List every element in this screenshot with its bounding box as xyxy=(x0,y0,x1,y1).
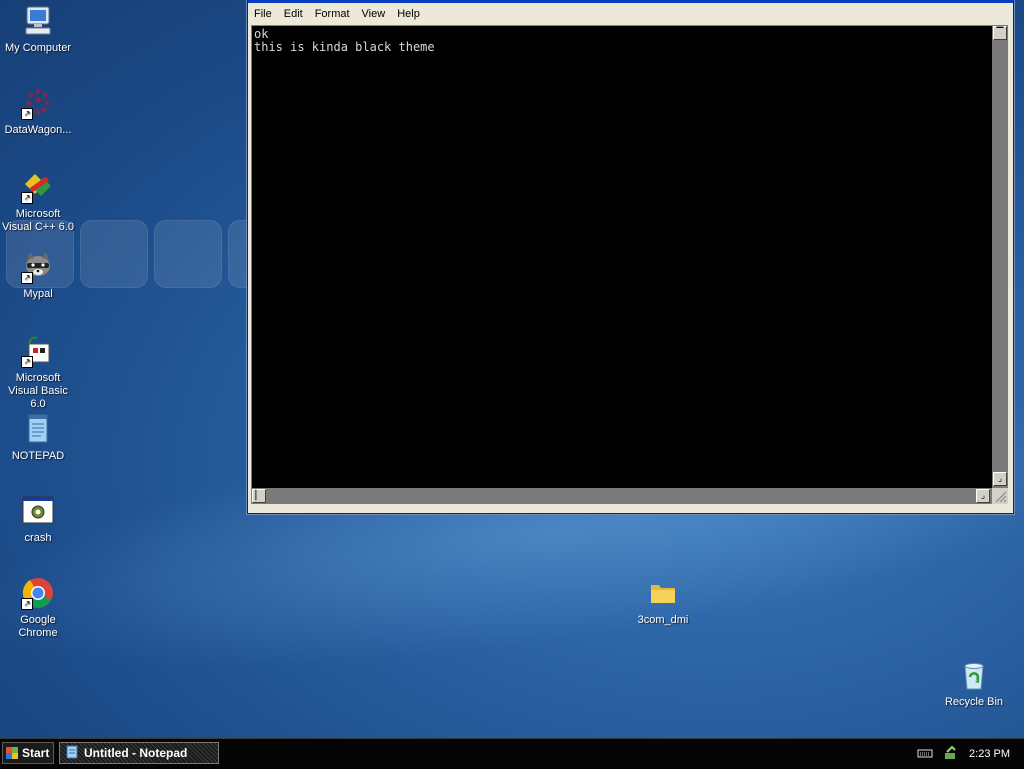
desktop-icon-3com-dmi[interactable]: 3com_dmi xyxy=(625,576,701,627)
scroll-down-button[interactable]: ⌟ xyxy=(993,472,1007,486)
taskbar-button-label: Untitled - Notepad xyxy=(84,746,188,760)
desktop-icon-label: 3com_dmi xyxy=(637,614,689,626)
scroll-right-button[interactable]: ⌟ xyxy=(976,489,990,503)
editor-line: this is kinda black theme xyxy=(254,40,435,54)
desktop-icon-notepad[interactable]: NOTEPAD xyxy=(0,412,76,463)
desktop-icon-label: Microsoft Visual Basic 6.0 xyxy=(8,372,68,410)
datawagon-icon: ↗ xyxy=(21,86,55,120)
widget-tile xyxy=(80,220,148,288)
desktop-icon-label: Google Chrome xyxy=(18,614,58,639)
desktop-icon-visual-basic[interactable]: ↗ Microsoft Visual Basic 6.0 xyxy=(0,334,76,411)
shortcut-arrow-icon: ↗ xyxy=(21,272,33,284)
desktop-icon-chrome[interactable]: ↗ Google Chrome xyxy=(0,576,76,640)
menu-help[interactable]: Help xyxy=(391,5,426,23)
taskbar-button-notepad[interactable]: Untitled - Notepad xyxy=(59,742,219,764)
start-label: Start xyxy=(22,746,50,760)
scroll-left-button[interactable]: ▏ xyxy=(252,489,266,503)
desktop-icon-my-computer[interactable]: My Computer xyxy=(0,4,76,55)
notepad-window[interactable]: File Edit Format View Help ok this is ki… xyxy=(247,0,1014,514)
desktop-icon-label: Mypal xyxy=(23,288,53,300)
menu-file[interactable]: File xyxy=(248,5,278,23)
mypal-raccoon-icon: ↗ xyxy=(21,250,55,284)
taskbar: Start Untitled - Notepad 2:23 PM xyxy=(0,738,1024,769)
desktop-icon-recycle-bin[interactable]: Recycle Bin xyxy=(936,658,1012,709)
notepad-icon xyxy=(21,412,55,446)
desktop-icon-label: crash xyxy=(24,532,52,544)
menu-view[interactable]: View xyxy=(356,5,392,23)
clock[interactable]: 2:23 PM xyxy=(969,748,1010,760)
desktop-icon-label: NOTEPAD xyxy=(11,450,65,462)
menu-edit[interactable]: Edit xyxy=(278,5,309,23)
shortcut-arrow-icon: ↗ xyxy=(21,108,33,120)
shortcut-arrow-icon: ↗ xyxy=(21,192,33,204)
safely-remove-hardware-icon[interactable] xyxy=(943,745,959,764)
folder-icon xyxy=(646,576,680,610)
visual-basic-icon: ↗ xyxy=(21,334,55,368)
desktop-icon-label: DataWagon... xyxy=(4,124,72,136)
shortcut-arrow-icon: ↗ xyxy=(21,598,33,610)
widget-tile xyxy=(154,220,222,288)
my-computer-icon xyxy=(21,4,55,38)
keyboard-icon[interactable] xyxy=(917,748,933,761)
system-tray: 2:23 PM xyxy=(914,739,1024,769)
notepad-icon xyxy=(65,745,79,762)
shortcut-arrow-icon: ↗ xyxy=(21,356,33,368)
menu-bar: File Edit Format View Help xyxy=(248,3,1013,25)
scroll-up-button[interactable]: ▔ xyxy=(993,26,1007,40)
start-button[interactable]: Start xyxy=(2,742,54,764)
text-editor-area[interactable]: ok this is kinda black theme xyxy=(251,25,993,489)
crash-app-icon xyxy=(21,494,55,528)
resize-grip[interactable] xyxy=(992,488,1008,504)
desktop-icon-label: My Computer xyxy=(4,42,72,54)
desktop-icon-datawagon[interactable]: ↗ DataWagon... xyxy=(0,86,76,137)
desktop-icon-label: Recycle Bin xyxy=(944,696,1004,708)
horizontal-scrollbar[interactable]: ▏ ⌟ xyxy=(251,488,992,504)
recycle-bin-icon xyxy=(957,658,991,692)
desktop: My Computer ↗ DataWagon... ↗ Microsoft V… xyxy=(0,0,1024,738)
windows-logo-icon xyxy=(6,747,18,759)
chrome-icon: ↗ xyxy=(21,576,55,610)
desktop-icon-label: Microsoft Visual C++ 6.0 xyxy=(2,208,74,233)
desktop-icon-crash[interactable]: crash xyxy=(0,494,76,545)
desktop-icon-mypal[interactable]: ↗ Mypal xyxy=(0,250,76,301)
desktop-icon-visual-cpp[interactable]: ↗ Microsoft Visual C++ 6.0 xyxy=(0,170,76,234)
menu-format[interactable]: Format xyxy=(309,5,356,23)
visual-cpp-icon: ↗ xyxy=(21,170,55,204)
vertical-scrollbar[interactable]: ▔ ⌟ xyxy=(992,25,1008,488)
